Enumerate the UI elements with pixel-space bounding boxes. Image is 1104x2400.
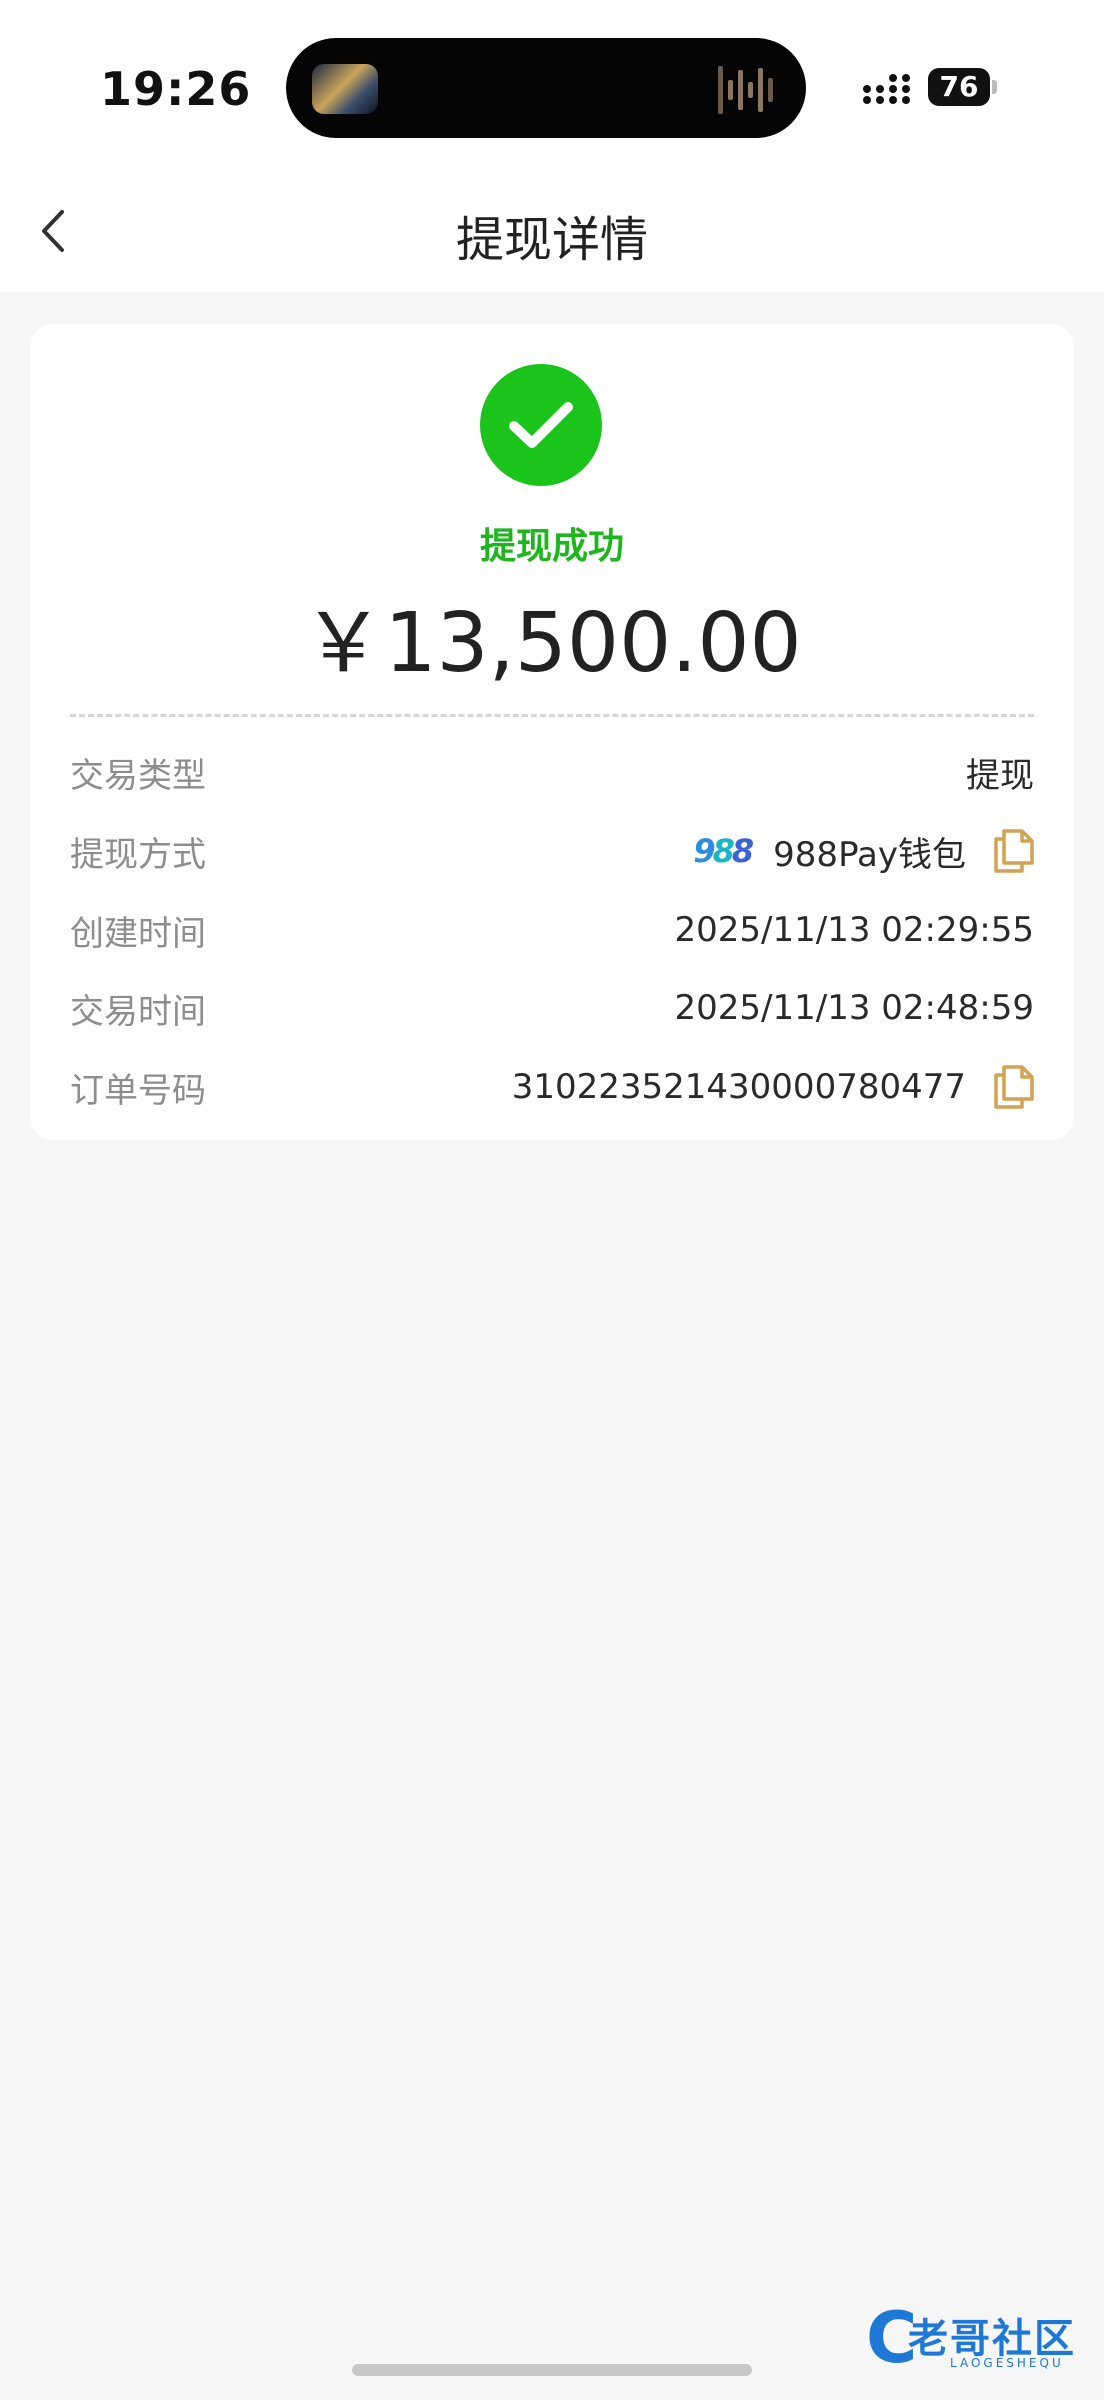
- row-value-wrap: 310223521430000780477: [512, 1065, 1034, 1109]
- row-value-wrap: 988 988Pay钱包: [693, 827, 1034, 876]
- check-icon: [509, 402, 573, 448]
- copy-icon[interactable]: [992, 1065, 1034, 1109]
- success-badge: [480, 364, 602, 486]
- watermark-subtitle: LAOGESHEQU: [950, 2356, 1064, 2370]
- page-title: 提现详情: [455, 212, 648, 268]
- watermark-logo: C 老哥社区 LAOGESHEQU: [866, 2300, 1096, 2376]
- battery-icon: 76: [928, 68, 990, 106]
- battery-cap: [992, 80, 997, 94]
- row-created-time: 创建时间 2025/11/13 02:29:55: [70, 900, 1034, 960]
- withdraw-status: 提现成功: [479, 526, 624, 567]
- row-label: 交易类型: [70, 755, 206, 796]
- wallet-logo-icon: 988: [693, 832, 754, 870]
- row-value: 提现: [966, 755, 1034, 796]
- row-label: 创建时间: [70, 913, 206, 954]
- dynamic-island[interactable]: [286, 38, 806, 138]
- wallet-name: 988Pay钱包: [773, 834, 966, 875]
- copy-icon[interactable]: [992, 829, 1034, 873]
- row-order-number: 订单号码 310223521430000780477: [70, 1057, 1034, 1117]
- row-value: 2025/11/13 02:29:55: [674, 910, 1034, 950]
- row-label: 交易时间: [70, 991, 206, 1032]
- dashed-divider: [70, 714, 1034, 717]
- signal-icon: [863, 74, 910, 104]
- row-transaction-type: 交易类型 提现: [70, 742, 1034, 802]
- status-time: 19:26: [100, 62, 252, 116]
- withdraw-amount: ￥13,500.00: [302, 596, 802, 691]
- status-bar: 19:26 76: [0, 0, 1104, 170]
- withdraw-detail-card: 提现成功 ￥13,500.00 交易类型 提现 提现方式 988 988Pay钱…: [30, 324, 1074, 1140]
- row-label: 提现方式: [70, 834, 206, 875]
- order-number: 310223521430000780477: [511, 1067, 966, 1107]
- audio-wave-icon: [718, 66, 773, 114]
- nav-bar: 提现详情: [0, 170, 1104, 292]
- row-value: 2025/11/13 02:48:59: [674, 988, 1034, 1028]
- media-thumbnail: [312, 64, 378, 114]
- row-transaction-time: 交易时间 2025/11/13 02:48:59: [70, 978, 1034, 1038]
- row-label: 订单号码: [70, 1070, 206, 1111]
- row-withdraw-method: 提现方式 988 988Pay钱包: [70, 821, 1034, 881]
- home-indicator[interactable]: [352, 2364, 752, 2376]
